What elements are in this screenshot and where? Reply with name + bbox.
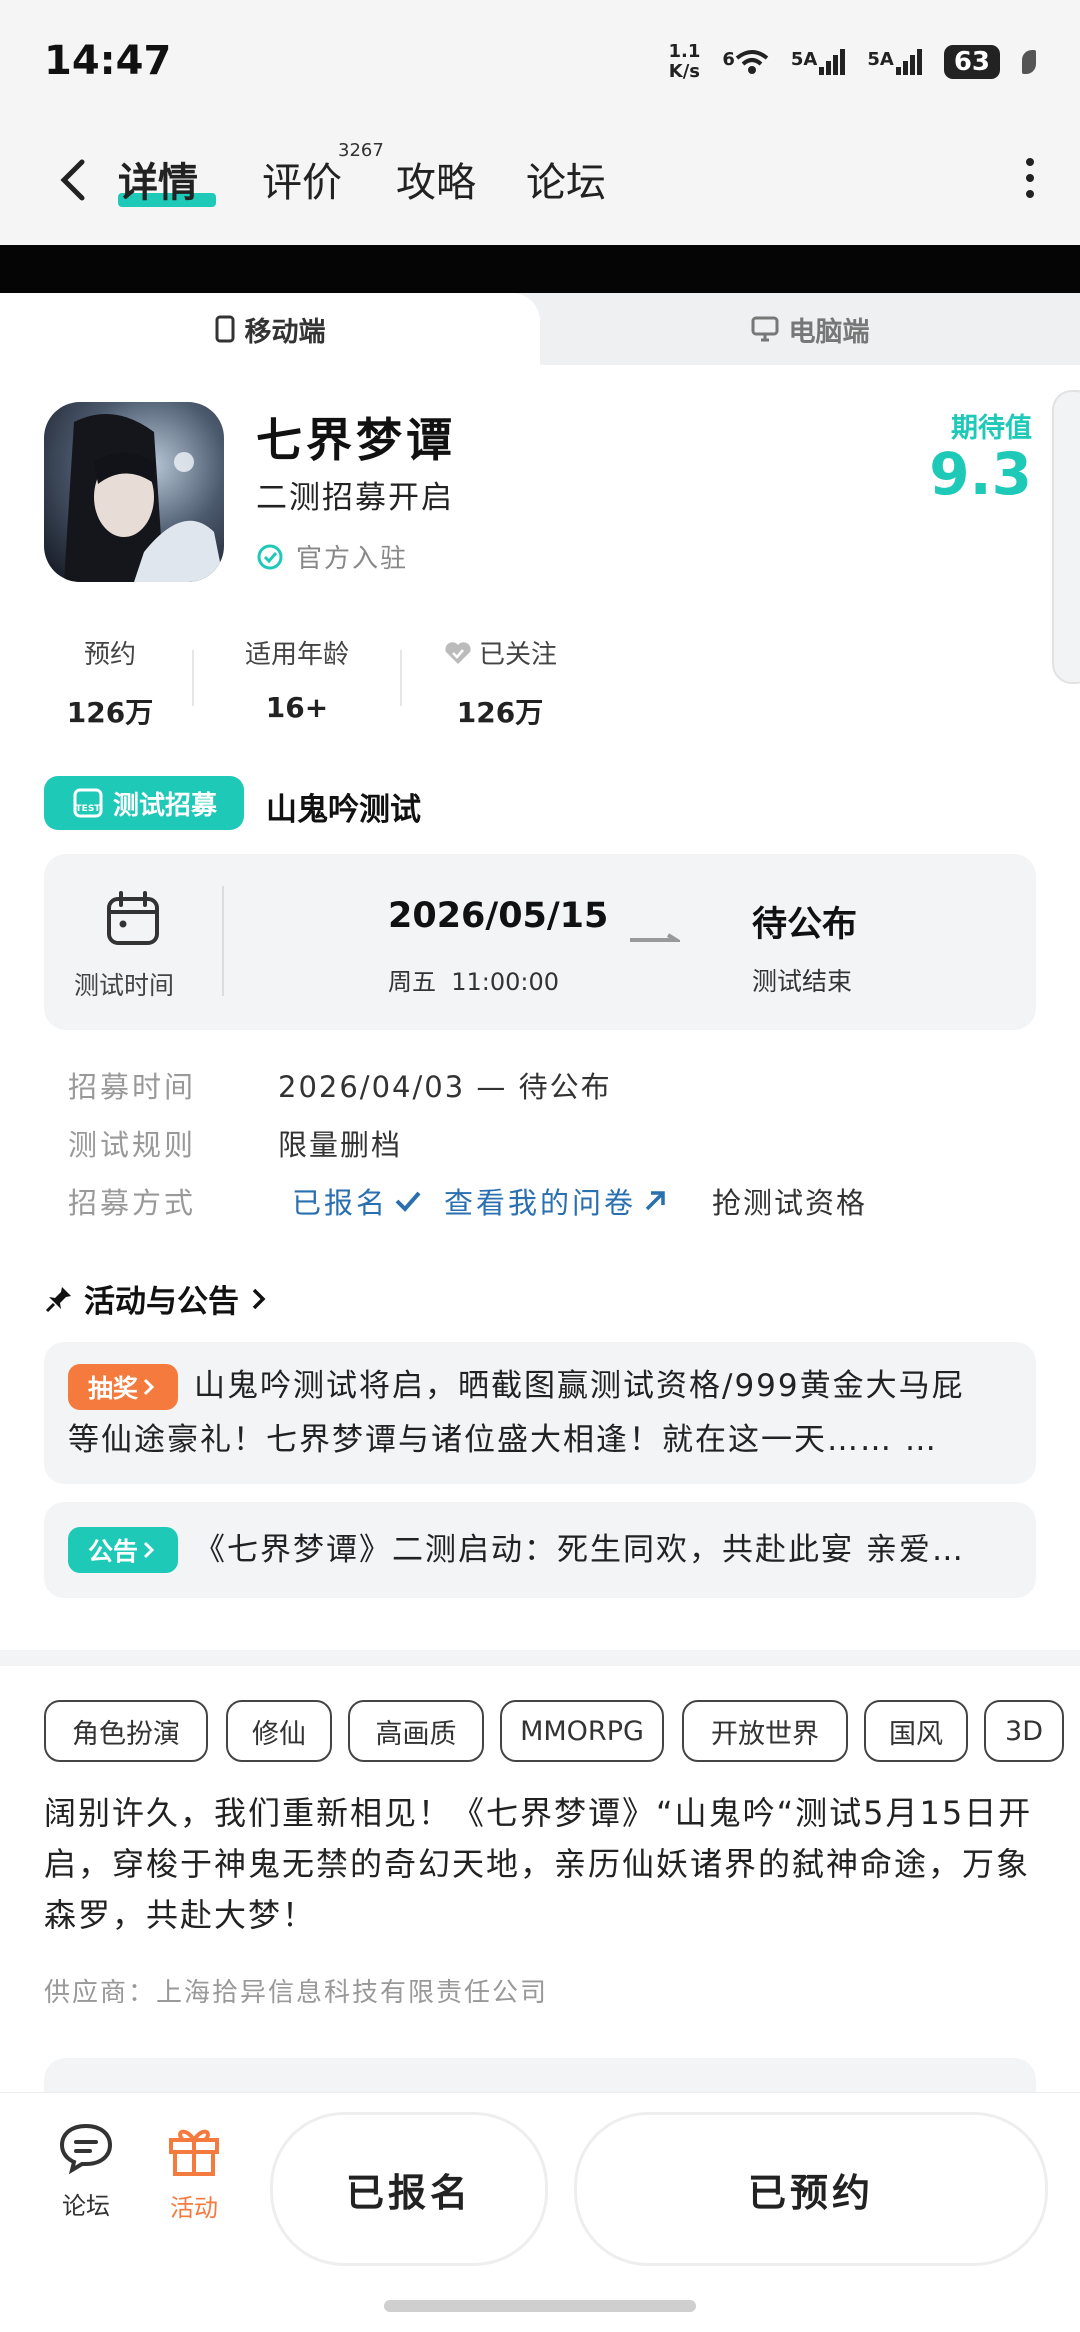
test-rule-label: 测试规则 bbox=[68, 1128, 197, 1162]
leaf-icon bbox=[1022, 50, 1036, 74]
registered-button[interactable]: 已报名 bbox=[270, 2112, 548, 2266]
status-time: 14:47 bbox=[44, 38, 172, 84]
platform-pc-tab[interactable]: 电脑端 bbox=[540, 293, 1080, 365]
tag-role-playing[interactable]: 角色扮演 bbox=[44, 1700, 208, 1762]
more-options-button[interactable] bbox=[1024, 158, 1036, 198]
net-speed: 1.1 K/s bbox=[668, 41, 701, 82]
recruit-badge: TEST 测试招募 bbox=[44, 776, 244, 830]
view-survey-link[interactable]: 查看我的问卷 bbox=[444, 1180, 668, 1222]
gift-icon bbox=[169, 2129, 219, 2176]
activity-header[interactable]: 活动与公告 bbox=[44, 1276, 269, 1321]
supplier: 供应商：上海拾异信息科技有限责任公司 bbox=[44, 1978, 549, 2008]
svg-text:TEST: TEST bbox=[76, 804, 102, 814]
home-indicator bbox=[384, 2300, 696, 2312]
section-separator bbox=[0, 1650, 1080, 1666]
reserved-button[interactable]: 已预约 bbox=[574, 2112, 1048, 2266]
announcement-tag: 公告 bbox=[68, 1527, 178, 1573]
expect-score: 9.3 bbox=[929, 440, 1032, 508]
tag-high-quality[interactable]: 高画质 bbox=[348, 1700, 484, 1762]
divider bbox=[192, 650, 194, 706]
stat-age: 适用年龄 16+ bbox=[244, 640, 349, 724]
external-link-icon bbox=[645, 1191, 665, 1211]
activity-item-lottery[interactable]: 抽奖 山鬼吟测试将启，晒截图赢测试资格/999黄金大马屁 等仙途豪礼！七界梦谭与… bbox=[44, 1342, 1036, 1484]
battery-icon: 63 bbox=[943, 45, 1000, 79]
lottery-text-line1: 山鬼吟测试将启，晒截图赢测试资格/999黄金大马屁 bbox=[194, 1368, 965, 1404]
lottery-text-line2: 等仙途豪礼！七界梦谭与诸位盛大相逢！就在这一天…… … bbox=[68, 1422, 938, 1458]
test-end: 待公布 bbox=[752, 905, 858, 945]
recruit-time-value: 2026/04/03 — 待公布 bbox=[278, 1070, 612, 1104]
official-badge: 官方入驻 bbox=[256, 538, 408, 575]
registered-status: 已报名 bbox=[292, 1180, 422, 1222]
status-icons: 1.1 K/s 6 5A 5A 63 bbox=[668, 42, 1036, 82]
side-drawer-handle[interactable] bbox=[1052, 390, 1080, 684]
bottom-activity-button[interactable]: 活动 bbox=[144, 2120, 244, 2223]
divider bbox=[400, 650, 402, 706]
tab-details[interactable]: 详情 bbox=[118, 150, 198, 208]
tab-forum[interactable]: 论坛 bbox=[526, 150, 606, 208]
test-time-card bbox=[44, 854, 1036, 1030]
chevron-right-icon bbox=[252, 1288, 266, 1309]
test-start-time: 周五 11:00:00 bbox=[388, 968, 560, 996]
announcement-text: 《七界梦谭》二测启动：死生同欢，共赴此宴 亲爱… bbox=[194, 1532, 965, 1568]
game-description: 阔别许久，我们重新相见！《七界梦谭》“山鬼吟“测试5月15日开启，穿梭于神鬼无禁… bbox=[44, 1794, 1033, 1934]
signal-icon: 5A bbox=[791, 49, 846, 75]
check-circle-icon bbox=[257, 544, 283, 569]
game-icon bbox=[44, 402, 224, 582]
signal-icon-2: 5A bbox=[867, 49, 922, 75]
tag-open-world[interactable]: 开放世界 bbox=[682, 1700, 848, 1762]
calendar-icon bbox=[104, 890, 162, 948]
tag-xianxia[interactable]: 修仙 bbox=[226, 1700, 332, 1762]
grab-qualification-link[interactable]: 抢测试资格 bbox=[712, 1180, 867, 1222]
chat-icon bbox=[59, 2123, 113, 2175]
test-end-label: 测试结束 bbox=[752, 967, 853, 996]
chevron-left-icon bbox=[60, 159, 85, 201]
banner-strip bbox=[0, 245, 1080, 293]
review-count: 3267 bbox=[338, 140, 384, 161]
test-start-date: 2026/05/15 bbox=[388, 896, 609, 936]
divider bbox=[222, 886, 224, 996]
back-button[interactable] bbox=[48, 150, 108, 210]
check-icon bbox=[395, 1191, 421, 1212]
lottery-tag: 抽奖 bbox=[68, 1364, 178, 1410]
heart-icon bbox=[445, 641, 471, 664]
tag-3d[interactable]: 3D bbox=[984, 1700, 1064, 1762]
stat-follow[interactable]: 已关注 126万 bbox=[432, 634, 568, 731]
monitor-icon bbox=[751, 316, 778, 342]
arrow-right-icon bbox=[628, 930, 683, 944]
activity-item-announcement[interactable]: 公告 《七界梦谭》二测启动：死生同欢，共赴此宴 亲爱… bbox=[44, 1502, 1036, 1598]
phone-icon bbox=[215, 315, 234, 343]
test-rule-value: 限量删档 bbox=[278, 1128, 403, 1162]
chevron-right-icon bbox=[143, 1378, 155, 1396]
platform-mobile-tab[interactable]: 移动端 bbox=[0, 293, 540, 365]
wifi-icon: 6 bbox=[722, 49, 769, 75]
tag-mmorpg[interactable]: MMORPG bbox=[500, 1700, 664, 1762]
game-subtitle: 二测招募开启 bbox=[256, 480, 454, 516]
tag-chinese-style[interactable]: 国风 bbox=[864, 1700, 968, 1762]
recruit-method-label: 招募方式 bbox=[68, 1186, 197, 1220]
recruit-time-label: 招募时间 bbox=[68, 1070, 197, 1104]
test-time-label: 测试时间 bbox=[74, 971, 175, 1000]
stat-reservations: 预约 126万 bbox=[66, 640, 154, 729]
chevron-right-icon bbox=[143, 1541, 155, 1559]
recruit-title: 山鬼吟测试 bbox=[266, 792, 421, 828]
pin-icon bbox=[45, 1286, 71, 1312]
tab-reviews[interactable]: 评价 bbox=[262, 150, 342, 208]
tab-guides[interactable]: 攻略 bbox=[396, 150, 476, 208]
bottom-forum-button[interactable]: 论坛 bbox=[36, 2120, 136, 2221]
game-title: 七界梦谭 bbox=[256, 413, 456, 467]
test-icon: TEST bbox=[73, 788, 103, 818]
